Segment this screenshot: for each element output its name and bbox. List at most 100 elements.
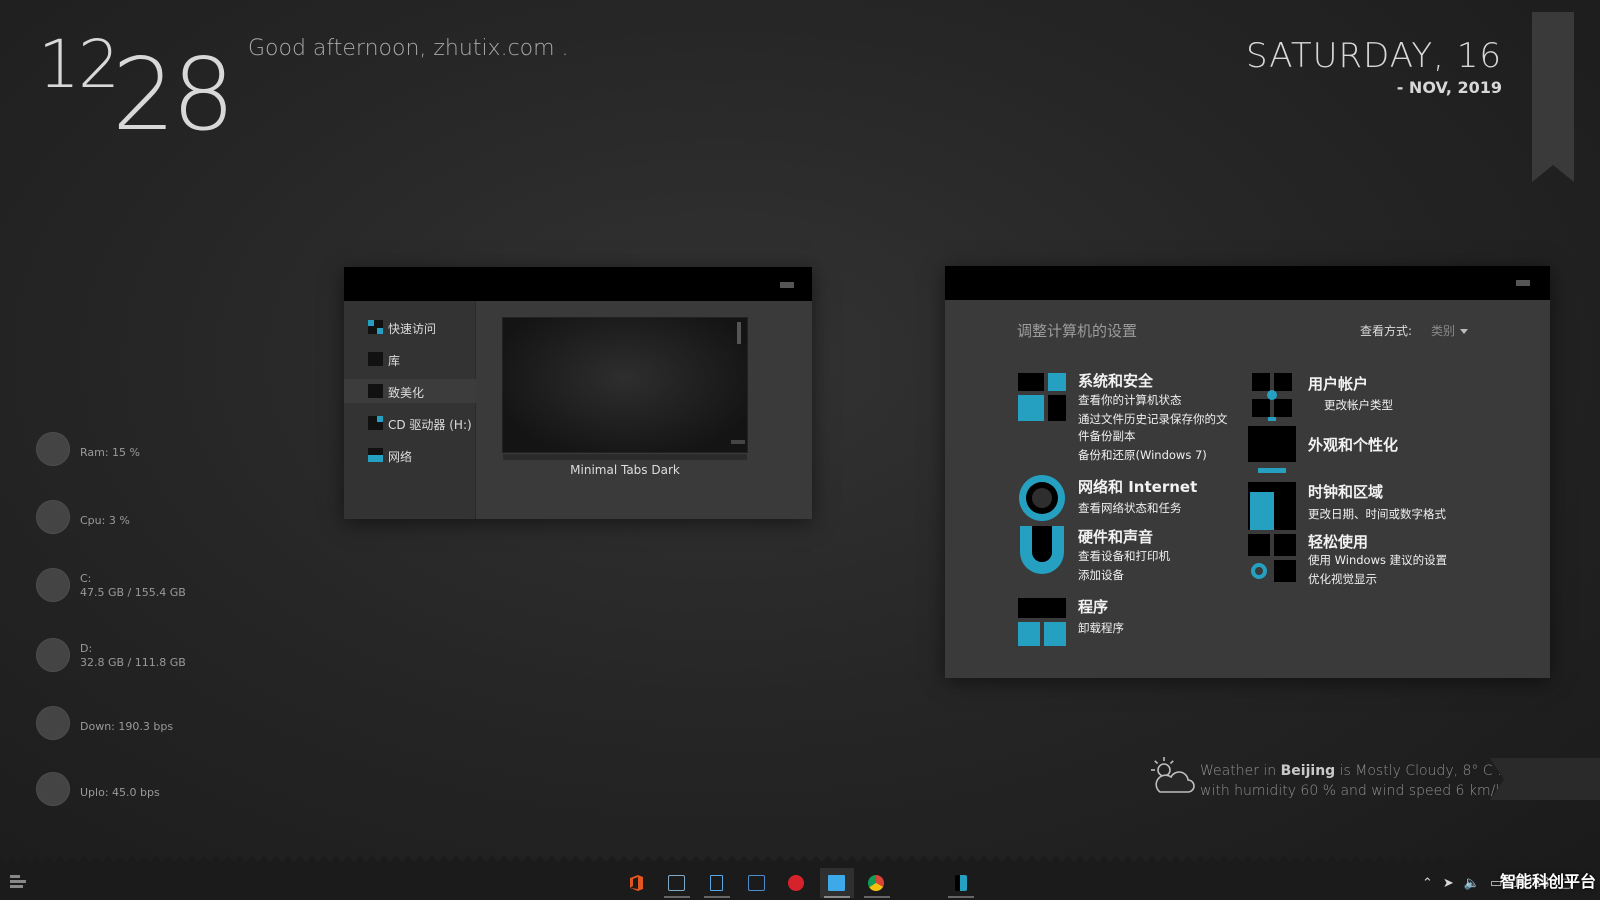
control-panel-titlebar[interactable]	[945, 266, 1550, 300]
minimize-icon[interactable]	[1516, 280, 1530, 286]
programs-icon[interactable]	[1018, 598, 1066, 646]
link-add-device[interactable]: 添加设备	[1078, 567, 1124, 583]
disk-d-usage: 32.8 GB / 111.8 GB	[80, 656, 186, 669]
weather-tab	[1490, 758, 1600, 800]
start-menu-icon[interactable]	[10, 875, 26, 889]
weather-line-2: with humidity 60 % and wind speed 6 km/h…	[1200, 783, 1514, 799]
nav-item-cd-drive[interactable]: CD 驱动器 (H:)	[344, 411, 476, 435]
control-panel-window: 调整计算机的设置 查看方式: 类别 系统和安全 查看你的计算机状态 通过文件历史…	[945, 266, 1550, 678]
nav-item-zhimeihua[interactable]: 致美化	[344, 379, 476, 403]
volume-icon[interactable]: 🔈	[1464, 876, 1480, 891]
preview-hscrollbar	[731, 440, 745, 444]
link-change-account-type[interactable]: 更改帐户类型	[1324, 397, 1393, 413]
nav-label: 快速访问	[388, 322, 437, 336]
link-recommended-settings[interactable]: 使用 Windows 建议的设置	[1308, 552, 1447, 568]
date-month: - NOV, 2019	[1396, 78, 1502, 97]
link-file-history[interactable]: 通过文件历史记录保存你的文	[1078, 411, 1228, 427]
category-hardware-sound[interactable]: 硬件和声音	[1078, 526, 1153, 547]
category-appearance[interactable]: 外观和个性化	[1308, 434, 1398, 455]
network-internet-icon[interactable]	[1018, 474, 1066, 522]
category-ease-of-access[interactable]: 轻松使用	[1308, 531, 1368, 552]
chevron-up-icon[interactable]: ⌃	[1422, 876, 1433, 891]
link-devices-printers[interactable]: 查看设备和打印机	[1078, 548, 1170, 564]
link-network-status[interactable]: 查看网络状态和任务	[1078, 500, 1182, 516]
nav-item-quick-access[interactable]: 快速访问	[344, 315, 476, 339]
cpu-gauge-icon	[36, 500, 70, 534]
taskbar-photoshop[interactable]	[660, 868, 694, 898]
taskbar-theme-app[interactable]	[944, 868, 978, 898]
weather-prefix: Weather in	[1200, 763, 1277, 779]
theme-app-icon	[955, 875, 967, 891]
view-by-label: 查看方式:	[1360, 324, 1413, 338]
disk-d-meter: D: 32.8 GB / 111.8 GB	[36, 638, 276, 678]
taskbar-terminal[interactable]	[740, 868, 774, 898]
explorer-titlebar[interactable]	[344, 267, 812, 301]
explorer-nav-pane: 快速访问 库 致美化 CD 驱动器 (H:) 网络	[344, 301, 476, 519]
link-change-date-time[interactable]: 更改日期、时间或数字格式	[1308, 506, 1446, 522]
category-user-accounts[interactable]: 用户帐户	[1308, 373, 1368, 394]
category-programs[interactable]: 程序	[1078, 596, 1108, 617]
folder-icon	[368, 384, 383, 398]
quick-access-icon	[368, 320, 383, 334]
netease-music-icon	[788, 875, 804, 891]
disk-d-gauge-icon	[36, 638, 70, 672]
system-security-icon[interactable]	[1018, 373, 1066, 421]
download-gauge-icon	[36, 706, 70, 740]
photoshop-icon	[668, 875, 685, 891]
upload-gauge-icon	[36, 772, 70, 806]
explorer-window: 快速访问 库 致美化 CD 驱动器 (H:) 网络 Minimal Tabs D…	[344, 267, 812, 519]
taskbar-notepad[interactable]	[700, 868, 734, 898]
network-icon	[368, 448, 383, 462]
taskbar-file-explorer[interactable]	[820, 868, 854, 898]
disk-c-usage: 47.5 GB / 155.4 GB	[80, 586, 186, 599]
nav-item-library[interactable]: 库	[344, 347, 476, 371]
view-by-value: 类别	[1431, 324, 1456, 338]
upload-label: Uplo: 45.0 bps	[80, 786, 160, 799]
taskbar: ⌃ ➤ 🔈 ▭ 12:28 ▢	[0, 866, 1600, 900]
theme-preview-thumbnail[interactable]	[502, 317, 748, 460]
terminal-icon	[748, 875, 765, 891]
link-uninstall-program[interactable]: 卸载程序	[1078, 620, 1124, 636]
send-icon[interactable]: ➤	[1443, 876, 1454, 891]
nav-label: 网络	[388, 450, 413, 464]
weather-line-1: Weather in Beijing is Mostly Cloudy, 8° …	[1200, 761, 1513, 781]
notepad-icon	[710, 875, 723, 891]
user-accounts-icon[interactable]	[1248, 373, 1296, 421]
ease-of-access-icon[interactable]	[1248, 534, 1296, 582]
taskbar-chrome[interactable]	[860, 868, 894, 898]
cpu-label: Cpu: 3 %	[80, 514, 130, 527]
hardware-sound-icon[interactable]	[1018, 526, 1066, 574]
link-file-history-cont[interactable]: 件备份副本	[1078, 428, 1136, 444]
upload-meter: Uplo: 45.0 bps	[36, 772, 276, 812]
link-backup-restore[interactable]: 备份和还原(Windows 7)	[1078, 447, 1207, 463]
weather-text: Weather in Beijing is Mostly Cloudy, 8° …	[1200, 761, 1513, 801]
preview-caption[interactable]: Minimal Tabs Dark	[502, 463, 748, 477]
chrome-icon	[868, 875, 884, 891]
category-system-security[interactable]: 系统和安全	[1078, 370, 1153, 391]
category-clock-region[interactable]: 时钟和区域	[1308, 481, 1383, 502]
clock-region-icon[interactable]	[1248, 482, 1296, 530]
running-indicator	[864, 896, 890, 898]
date-day: SATURDAY, 16	[1246, 36, 1502, 76]
download-meter: Down: 190.3 bps	[36, 706, 276, 746]
category-network-internet[interactable]: 网络和 Internet	[1078, 476, 1197, 497]
nav-item-network[interactable]: 网络	[344, 443, 476, 467]
taskbar-office[interactable]	[620, 868, 654, 898]
link-optimize-visual[interactable]: 优化视觉显示	[1308, 571, 1377, 587]
desktop-clock: 12 28	[38, 22, 238, 153]
running-indicator	[704, 896, 730, 898]
disk-d-name: D:	[80, 642, 93, 655]
chevron-down-icon	[1460, 329, 1469, 334]
ram-gauge-icon	[36, 432, 70, 466]
disk-c-name: C:	[80, 572, 92, 585]
weather-condition: is Mostly Cloudy, 8° C .	[1339, 763, 1502, 779]
nav-label: 库	[388, 354, 401, 368]
link-check-status[interactable]: 查看你的计算机状态	[1078, 392, 1182, 408]
minimize-icon[interactable]	[780, 282, 794, 288]
clock-hour: 12	[38, 26, 120, 103]
appearance-icon[interactable]	[1248, 426, 1296, 474]
partly-cloudy-icon	[1151, 757, 1195, 793]
preview-shadow	[503, 454, 747, 460]
taskbar-music[interactable]	[780, 868, 814, 898]
view-by-dropdown[interactable]: 类别	[1431, 322, 1469, 339]
